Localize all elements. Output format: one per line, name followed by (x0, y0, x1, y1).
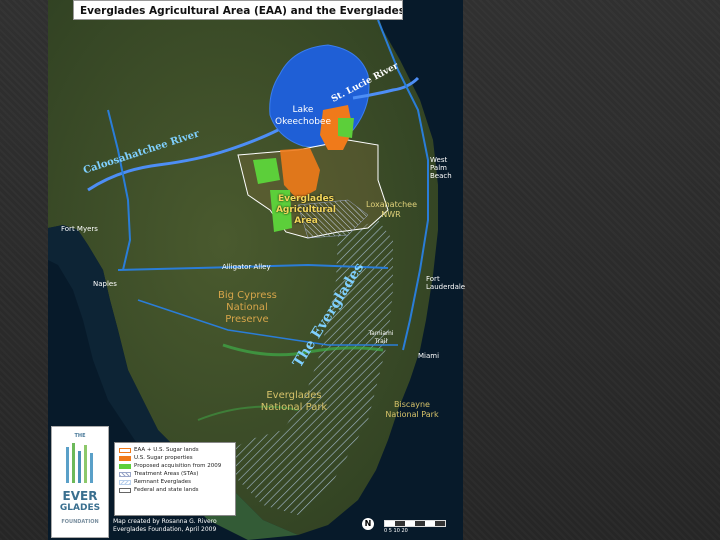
credit-line-1: Map created by Rosanna G. Rivero (113, 518, 217, 525)
eaa-label: Everglades Agricultural Area (268, 194, 344, 227)
scale-bar-labels: 0 5 10 20 (384, 528, 408, 534)
map-credit: Map created by Rosanna G. Rivero Evergla… (113, 518, 217, 534)
legend-row-federal: Federal and state lands (119, 486, 231, 494)
big-cypress-line-1: Big Cypress (218, 290, 277, 301)
logo-glades: GLADES (59, 503, 101, 513)
logo-the: THE (74, 433, 86, 439)
eaa-label-line-1: Everglades (277, 194, 335, 204)
fort-lauderdale-line-1: Fort (426, 275, 440, 283)
legend-label-remnant: Remnant Everglades (134, 479, 191, 485)
lake-label-line-2: Okeechobee (275, 117, 331, 127)
city-naples: Naples (93, 280, 117, 288)
legend-swatch-treatment (119, 471, 131, 477)
city-fort-myers: Fort Myers (61, 225, 98, 233)
logo-grass-icon (66, 443, 93, 483)
legend-label-eaa: EAA + U.S. Sugar lands (134, 447, 199, 453)
legend-label-federal: Federal and state lands (134, 487, 199, 493)
legend-label-us-sugar: U.S. Sugar properties (134, 455, 193, 461)
west-palm-line-2: Palm (430, 164, 447, 172)
legend-label-proposed: Proposed acquisition from 2009 (134, 463, 222, 469)
west-palm-line-3: Beach (430, 172, 452, 180)
proposed-acquisition-3 (338, 118, 354, 138)
logo-foundation: FOUNDATION (61, 519, 99, 525)
credit-line-2: Everglades Foundation, April 2009 (113, 526, 217, 533)
eaa-label-line-3: Area (294, 216, 318, 226)
big-cypress-label: Big Cypress National Preserve (218, 290, 277, 326)
loxahatchee-line-2: NWR (381, 210, 401, 219)
big-cypress-line-2: National (226, 302, 268, 313)
logo-ever: EVER (62, 489, 98, 503)
city-west-palm-beach: West Palm Beach (430, 156, 460, 180)
tamiami-line-2: Trail (374, 338, 388, 345)
tamiami-trail-label: Tamiami Trail (364, 330, 398, 346)
everglades-np-line-2: National Park (260, 402, 328, 413)
everglades-np-line-1: Everglades (266, 390, 322, 401)
lake-label-line-1: Lake (292, 105, 314, 115)
legend-row-us-sugar: U.S. Sugar properties (119, 454, 231, 462)
legend-row-remnant: Remnant Everglades (119, 478, 231, 486)
city-miami: Miami (418, 352, 440, 360)
map-title: Everglades Agricultural Area (EAA) and t… (73, 0, 403, 20)
map-legend: EAA + U.S. Sugar lands U.S. Sugar proper… (114, 442, 236, 516)
legend-swatch-proposed (119, 463, 131, 469)
legend-swatch-us-sugar (119, 455, 131, 461)
legend-swatch-remnant (119, 479, 131, 485)
alligator-alley-label: Alligator Alley (222, 263, 271, 271)
eaa-label-line-2: Agricultural (275, 205, 337, 215)
legend-label-treatment: Treatment Areas (STAs) (134, 471, 199, 477)
city-fort-lauderdale: Fort Lauderdale (426, 275, 466, 291)
north-arrow-icon: N (362, 518, 374, 530)
everglades-national-park-label: Everglades National Park (248, 390, 340, 414)
biscayne-line-1: Biscayne (394, 400, 430, 409)
lake-okeechobee-label: Lake Okeechobee (273, 104, 333, 128)
legend-row-proposed: Proposed acquisition from 2009 (119, 462, 231, 470)
scale-bar (384, 520, 446, 527)
legend-swatch-federal (119, 487, 131, 493)
big-cypress-line-3: Preserve (225, 314, 269, 325)
tamiami-line-1: Tamiami (368, 330, 394, 337)
legend-row-eaa: EAA + U.S. Sugar lands (119, 446, 231, 454)
biscayne-line-2: National Park (385, 410, 439, 419)
legend-swatch-eaa (119, 447, 131, 453)
west-palm-line-1: West (430, 156, 448, 164)
everglades-foundation-logo: THE EVER GLADES FOUNDATION (51, 426, 109, 538)
loxahatchee-line-1: Loxahatchee (366, 200, 418, 209)
legend-row-treatment: Treatment Areas (STAs) (119, 470, 231, 478)
fort-lauderdale-line-2: Lauderdale (426, 283, 466, 291)
biscayne-national-park-label: Biscayne National Park (380, 400, 444, 420)
loxahatchee-nwr-label: Loxahatchee NWR (366, 200, 418, 220)
